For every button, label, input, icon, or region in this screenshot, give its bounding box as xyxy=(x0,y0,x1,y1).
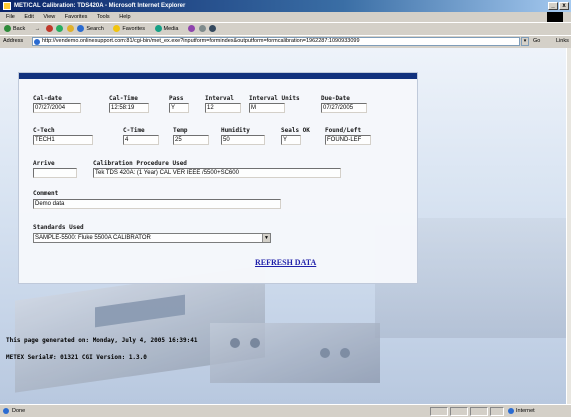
toolbar: Back → Search Favorites Media xyxy=(0,22,571,35)
arrive-field[interactable] xyxy=(33,168,77,178)
serial-version-text: METEX Serial#: 01321 CGI Version: 1.3.0 xyxy=(6,354,147,361)
menu-view[interactable]: View xyxy=(43,14,55,20)
menu-tools[interactable]: Tools xyxy=(97,14,110,20)
page-done-icon xyxy=(3,408,9,414)
search-icon xyxy=(77,25,85,33)
media-icon xyxy=(154,25,162,33)
address-input[interactable]: http://vendemo.onlinesupport.com:81/cgi-… xyxy=(32,37,520,46)
knob-icon xyxy=(250,338,260,348)
arrive-label: Arrive xyxy=(33,160,55,167)
standards-label: Standards Used xyxy=(33,224,84,231)
pass-label: Pass xyxy=(169,95,184,102)
media-button[interactable]: Media xyxy=(154,25,183,33)
chevron-down-icon: ▼ xyxy=(262,234,270,242)
cal-date-label: Cal-date xyxy=(33,95,62,102)
interval-units-label: Interval Units xyxy=(249,95,300,102)
minimize-button[interactable]: _ xyxy=(548,2,558,10)
status-pane xyxy=(470,407,488,416)
comment-label: Comment xyxy=(33,190,59,197)
humidity-label: Humidity xyxy=(221,127,250,134)
generated-on-text: This page generated on: Monday, July 4, … xyxy=(6,337,198,344)
knob-icon xyxy=(340,348,350,358)
globe-icon xyxy=(508,407,514,414)
cal-date-field[interactable]: 07/27/2004 xyxy=(33,103,81,113)
menu-edit[interactable]: Edit xyxy=(24,14,33,20)
standards-select[interactable]: SAMPLE-5500: Fluke 5500A CALIBRATOR ▼ xyxy=(33,233,271,243)
c-tech-label: C-Tech xyxy=(33,127,55,134)
browser-window: MET/CAL Calibration: TDS420A - Microsoft… xyxy=(0,0,571,417)
stop-icon[interactable] xyxy=(45,25,53,33)
page-content: Cal-date Cal-Time Pass Interval Interval… xyxy=(0,48,566,404)
mail-icon[interactable] xyxy=(198,25,206,33)
humidity-field[interactable]: 50 xyxy=(221,135,265,145)
standards-selected: SAMPLE-5500: Fluke 5500A CALIBRATOR xyxy=(35,235,151,241)
pass-field[interactable]: Y xyxy=(169,103,189,113)
interval-units-field[interactable]: M xyxy=(249,103,285,113)
knob-icon xyxy=(320,348,330,358)
seals-ok-field[interactable]: Y xyxy=(281,135,301,145)
menu-file[interactable]: File xyxy=(6,14,15,20)
links-button[interactable]: Links xyxy=(556,36,569,47)
menu-favorites[interactable]: Favorites xyxy=(65,14,88,20)
procedure-field[interactable]: Tek TDS 420A: (1 Year) CAL VER IEEE /550… xyxy=(93,168,341,178)
temp-label: Temp xyxy=(173,127,188,134)
temp-field[interactable]: 25 xyxy=(173,135,209,145)
refresh-icon[interactable] xyxy=(56,25,64,33)
status-pane xyxy=(430,407,448,416)
c-time-label: C-Time xyxy=(123,127,145,134)
address-url: http://vendemo.onlinesupport.com:81/cgi-… xyxy=(42,38,360,44)
c-tech-field[interactable]: TECH1 xyxy=(33,135,93,145)
title-bar: MET/CAL Calibration: TDS420A - Microsoft… xyxy=(0,0,571,12)
form-header-bar xyxy=(19,73,417,79)
cal-time-label: Cal-Time xyxy=(109,95,138,102)
history-icon[interactable] xyxy=(188,25,196,33)
found-left-field[interactable]: FOUND-LEF xyxy=(325,135,371,145)
status-pane xyxy=(490,407,504,416)
address-dropdown-button[interactable]: ▾ xyxy=(521,37,529,46)
search-button[interactable]: Search xyxy=(77,25,107,33)
address-bar: Address http://vendemo.onlinesupport.com… xyxy=(0,35,571,47)
c-time-field[interactable]: 4 xyxy=(123,135,159,145)
menu-help[interactable]: Help xyxy=(119,14,130,20)
forward-button[interactable]: → xyxy=(35,26,41,32)
due-date-label: Due-Date xyxy=(321,95,350,102)
multimeter-image xyxy=(210,323,380,383)
vertical-scrollbar[interactable] xyxy=(566,48,571,404)
home-icon[interactable] xyxy=(66,25,74,33)
ie-icon xyxy=(3,2,11,10)
address-label: Address xyxy=(3,38,24,44)
print-icon[interactable] xyxy=(209,25,217,33)
back-arrow-icon xyxy=(4,25,11,33)
seals-ok-label: Seals OK xyxy=(281,127,310,134)
favorites-button[interactable]: Favorites xyxy=(113,25,149,33)
close-button[interactable]: x xyxy=(559,2,569,10)
interval-label: Interval xyxy=(205,95,234,102)
procedure-label: Calibration Procedure Used xyxy=(93,160,187,167)
found-left-label: Found/Left xyxy=(325,127,362,134)
status-text: Done xyxy=(12,408,26,414)
comment-field[interactable]: Demo data xyxy=(33,199,281,209)
back-button[interactable]: Back xyxy=(4,25,29,33)
status-bar: Done Internet xyxy=(0,404,571,417)
star-icon xyxy=(113,25,121,33)
cal-time-field[interactable]: 12:58:19 xyxy=(109,103,149,113)
due-date-field[interactable]: 07/27/2005 xyxy=(321,103,367,113)
calibrator-display xyxy=(95,294,185,328)
page-icon xyxy=(34,39,40,45)
interval-field[interactable]: 12 xyxy=(205,103,241,113)
refresh-data-link[interactable]: REFRESH DATA xyxy=(255,258,316,267)
security-zone: Internet xyxy=(508,405,535,417)
windows-logo-icon xyxy=(547,12,563,22)
window-title: MET/CAL Calibration: TDS420A - Microsoft… xyxy=(14,3,186,9)
status-pane xyxy=(450,407,468,416)
go-button[interactable]: Go xyxy=(533,36,540,47)
menu-bar: File Edit View Favorites Tools Help xyxy=(0,12,571,22)
knob-icon xyxy=(230,338,240,348)
calibration-form: Cal-date Cal-Time Pass Interval Interval… xyxy=(18,72,418,284)
